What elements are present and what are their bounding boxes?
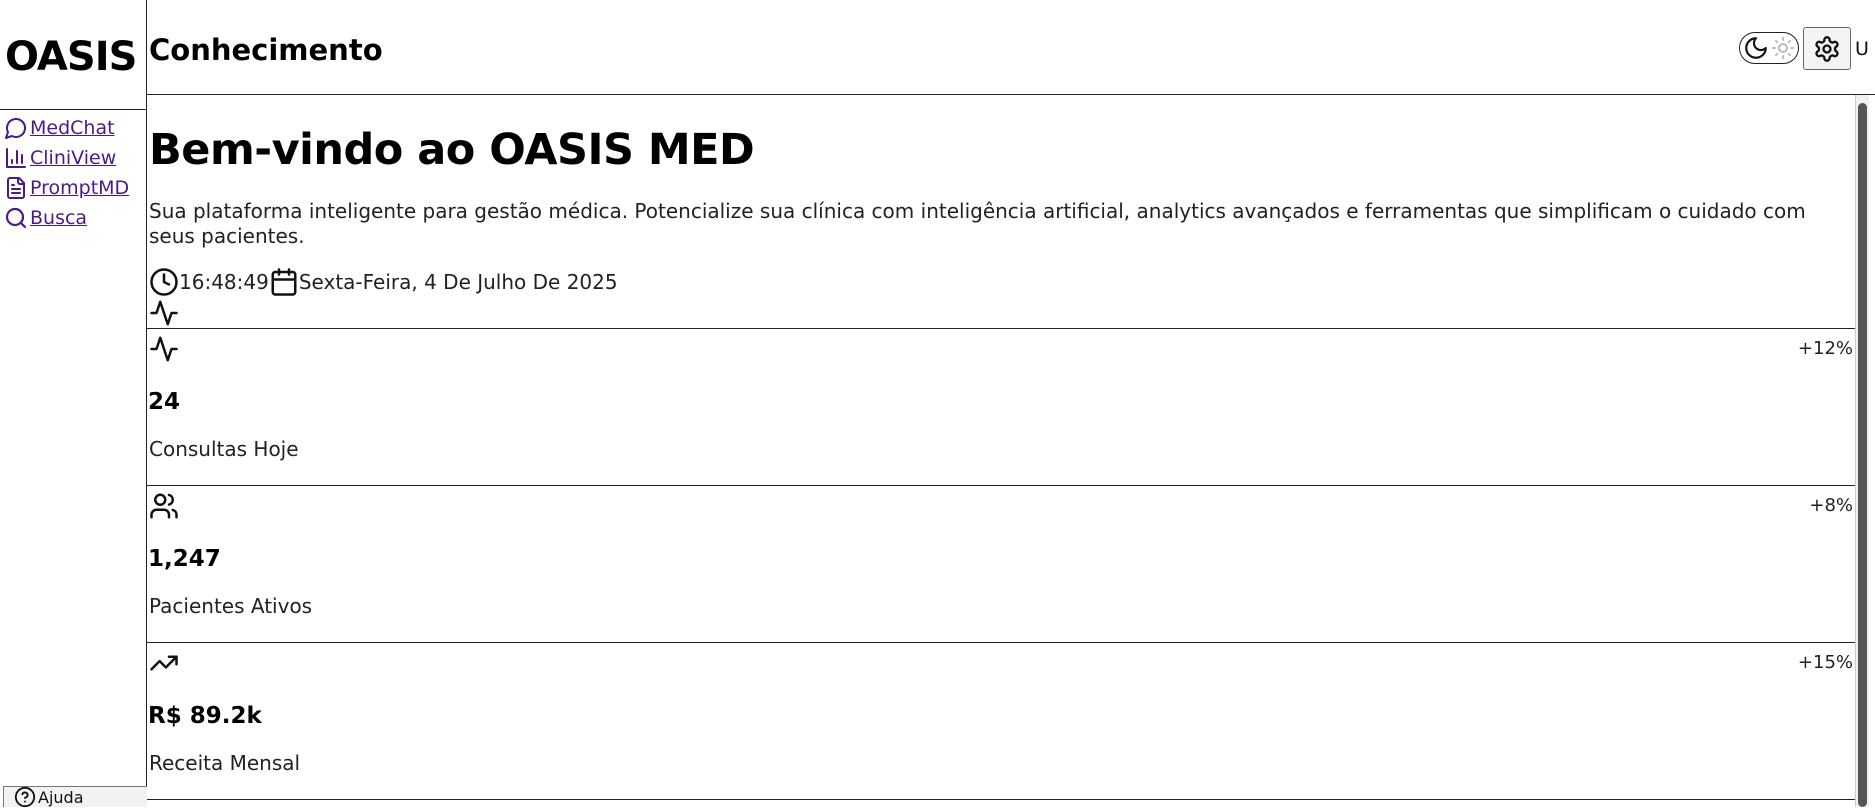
user-avatar[interactable]: U — [1855, 38, 1869, 60]
calendar-icon — [269, 267, 299, 297]
sidebar-item-cliniview[interactable]: CliniView — [4, 143, 129, 173]
sidebar-item-label: Busca — [30, 207, 88, 229]
top-header: Conhecimento U — [147, 0, 1875, 95]
stat-card-pacientes[interactable]: +8% 1,247 Pacientes Ativos — [147, 485, 1855, 642]
brand-logo[interactable]: OASIS — [5, 34, 137, 80]
vertical-scrollbar[interactable] — [1855, 95, 1869, 807]
welcome-title: Bem-vindo ao OASIS MED — [149, 125, 755, 175]
sidebar-nav: MedChat CliniView PromptMD Busca — [4, 113, 129, 233]
sidebar-item-busca[interactable]: Busca — [4, 203, 129, 233]
gear-icon — [1813, 35, 1841, 63]
theme-toggle[interactable] — [1739, 32, 1799, 64]
stat-value: 24 — [148, 389, 181, 415]
trending-up-icon — [149, 648, 179, 678]
current-date: Sexta-Feira, 4 De Julho De 2025 — [298, 270, 618, 294]
stat-card-receita[interactable]: +15% R$ 89.2k Receita Mensal — [147, 642, 1855, 799]
search-icon — [4, 206, 28, 230]
stat-value: R$ 89.2k — [148, 703, 262, 729]
help-circle-icon — [14, 786, 36, 808]
stat-card-consultas[interactable]: +12% 24 Consultas Hoje — [147, 328, 1855, 485]
sidebar-item-medchat[interactable]: MedChat — [4, 113, 129, 143]
sidebar-item-label: MedChat — [30, 117, 115, 139]
clock-icon — [149, 267, 179, 297]
datetime-row: 16:48:49 Sexta-Feira, 4 De Julho De 2025 — [149, 267, 618, 297]
stat-change: +8% — [1809, 495, 1853, 516]
sidebar-item-label: CliniView — [30, 147, 117, 169]
stat-change: +12% — [1797, 338, 1853, 359]
sidebar-divider — [0, 109, 147, 110]
stat-label: Pacientes Ativos — [149, 594, 313, 618]
document-icon — [4, 176, 28, 200]
help-label: Ajuda — [38, 787, 84, 807]
welcome-description: Sua plataforma inteligente para gestão m… — [149, 199, 1806, 248]
chat-bubble-icon — [4, 116, 28, 140]
sun-icon — [1771, 36, 1795, 60]
main-content: Bem-vindo ao OASIS MED Sua plataforma in… — [147, 95, 1855, 807]
current-time: 16:48:49 — [179, 270, 269, 294]
bar-chart-icon — [4, 146, 28, 170]
stat-label: Receita Mensal — [149, 751, 301, 775]
scrollbar-thumb[interactable] — [1858, 103, 1867, 807]
settings-button[interactable] — [1803, 27, 1851, 70]
card-divider — [147, 799, 1855, 800]
sidebar-item-promptmd[interactable]: PromptMD — [4, 173, 129, 203]
stat-value: 1,247 — [148, 546, 221, 572]
stat-label: Consultas Hoje — [149, 437, 299, 461]
moon-icon — [1743, 35, 1769, 61]
help-button[interactable]: Ajuda — [3, 786, 147, 808]
page-title: Conhecimento — [149, 33, 383, 67]
users-icon — [149, 491, 179, 521]
sidebar-item-label: PromptMD — [30, 177, 130, 199]
sidebar: OASIS MedChat CliniView PromptMD Busca A… — [0, 0, 147, 808]
activity-icon — [149, 298, 179, 328]
stat-change: +15% — [1797, 652, 1853, 673]
activity-icon — [149, 334, 179, 364]
